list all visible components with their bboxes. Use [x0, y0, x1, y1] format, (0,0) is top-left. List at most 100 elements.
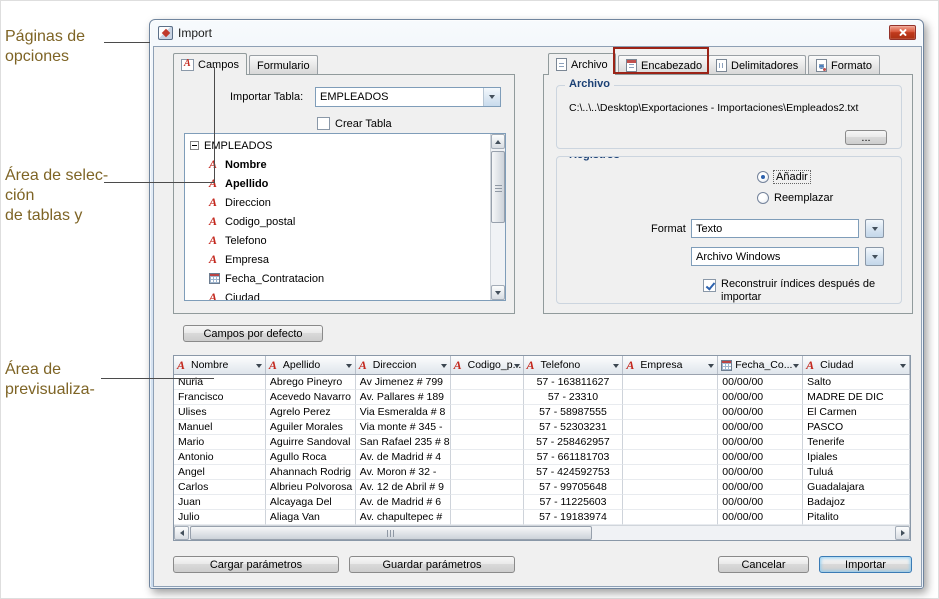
create-table-label[interactable]: Crear Tabla	[335, 118, 392, 130]
replace-radio[interactable]	[757, 192, 769, 204]
table-cell: Agrelo Perez	[266, 405, 356, 420]
table-cell: 57 - 661181703	[524, 450, 624, 465]
scroll-up-button[interactable]	[491, 134, 505, 149]
table-cell	[451, 465, 524, 480]
table-cell: San Rafael 235 # 8	[356, 435, 451, 450]
format-label: Format	[651, 223, 686, 235]
window-title: Import	[178, 26, 212, 40]
table-cell: Abrego Pineyro	[266, 375, 356, 390]
column-header-empresa[interactable]: Empresa	[623, 356, 718, 374]
import-dialog: Import Campos Formulario Importar Tabla:…	[149, 19, 924, 589]
save-params-button[interactable]: Guardar parámetros	[349, 556, 515, 573]
tree-scrollbar[interactable]	[490, 134, 505, 300]
browse-button[interactable]: ...	[845, 130, 887, 145]
encoding-select[interactable]: Archivo Windows	[691, 247, 859, 266]
column-menu-icon[interactable]	[613, 364, 619, 368]
encoding-dropdown-button[interactable]	[865, 247, 884, 266]
column-header-telefono[interactable]: Telefono	[524, 356, 624, 374]
column-menu-icon[interactable]	[708, 364, 714, 368]
column-label: Nombre	[191, 359, 228, 371]
annotation-pages-label: Páginas de opciones	[5, 27, 85, 67]
tree-field-empresa[interactable]: Empresa	[185, 250, 489, 269]
format-select[interactable]: Texto	[691, 219, 859, 238]
column-header-apellido[interactable]: Apellido	[266, 356, 356, 374]
group-title: Registros	[565, 156, 624, 161]
column-menu-icon[interactable]	[441, 364, 447, 368]
tree-field-ciudad[interactable]: Ciudad	[185, 288, 489, 301]
tab-formato[interactable]: Formato	[808, 55, 880, 75]
column-label: Ciudad	[820, 359, 853, 371]
column-header-ciudad[interactable]: Ciudad	[803, 356, 910, 374]
column-header-nombre[interactable]: Nombre	[174, 356, 266, 374]
collapse-icon[interactable]	[190, 141, 199, 150]
tree-field-telefono[interactable]: Telefono	[185, 231, 489, 250]
tree-field-apellido[interactable]: Apellido	[185, 174, 489, 193]
table-cell: Aliaga Van	[266, 510, 356, 525]
fields-tree: EMPLEADOS Nombre Apellido Direccion	[185, 136, 489, 301]
column-header-fecha-contratacion[interactable]: Fecha_Co...	[718, 356, 803, 374]
rebuild-index-label[interactable]: Reconstruir índices después de importar	[721, 278, 875, 304]
column-header-codigo-postal[interactable]: Codigo_p...	[451, 356, 524, 374]
table-cell: Av. Moron # 32 -	[356, 465, 451, 480]
column-menu-icon[interactable]	[793, 364, 799, 368]
import-table-label: Importar Tabla:	[230, 91, 303, 103]
table-row[interactable]: AntonioAgullo RocaAv. de Madrid # 457 - …	[174, 450, 910, 465]
text-field-icon	[359, 359, 370, 372]
table-cell: Ahannach Rodrig	[266, 465, 356, 480]
table-row[interactable]: JulioAliaga VanAv. chapultepec #57 - 191…	[174, 510, 910, 525]
annotation-leader-line	[104, 42, 150, 43]
replace-radio-label[interactable]: Reemplazar	[774, 192, 833, 204]
tab-formulario[interactable]: Formulario	[249, 55, 318, 75]
scroll-down-button[interactable]	[491, 285, 505, 300]
scroll-left-button[interactable]	[174, 526, 189, 540]
field-label: Codigo_postal	[225, 216, 295, 228]
cancel-button[interactable]: Cancelar	[718, 556, 809, 573]
tab-archivo[interactable]: Archivo	[548, 53, 616, 75]
table-row[interactable]: NuriaAbrego PineyroAv Jimenez # 79957 - …	[174, 375, 910, 390]
table-row[interactable]: ManuelAguiler MoralesVia monte # 345 -57…	[174, 420, 910, 435]
tree-field-codigo-postal[interactable]: Codigo_postal	[185, 212, 489, 231]
table-row[interactable]: CarlosAlbrieu PolvorosaAv. 12 de Abril #…	[174, 480, 910, 495]
import-table-select[interactable]: EMPLEADOS	[315, 87, 501, 107]
field-label: Telefono	[225, 235, 267, 247]
table-horizontal-scrollbar[interactable]	[174, 525, 910, 540]
tab-label: Formulario	[257, 60, 310, 72]
append-radio-label[interactable]: Añadir	[774, 171, 810, 183]
close-button[interactable]	[889, 25, 916, 40]
delimiters-icon	[716, 59, 727, 72]
rebuild-index-checkbox[interactable]	[703, 279, 716, 292]
table-cell: 57 - 19183974	[524, 510, 624, 525]
tree-scrollbar-thumb[interactable]	[491, 151, 505, 223]
column-menu-icon[interactable]	[514, 364, 520, 368]
column-menu-icon[interactable]	[256, 364, 262, 368]
table-row[interactable]: FranciscoAcevedo NavarroAv. Pallares # 1…	[174, 390, 910, 405]
tree-field-fecha-contratacion[interactable]: Fecha_Contratacion	[185, 269, 489, 288]
combo-value: Texto	[696, 223, 722, 235]
column-menu-icon[interactable]	[900, 364, 906, 368]
tree-field-direccion[interactable]: Direccion	[185, 193, 489, 212]
tab-campos[interactable]: Campos	[173, 53, 247, 75]
label-line: Reconstruir índices después de	[721, 278, 875, 291]
scroll-right-button[interactable]	[895, 526, 910, 540]
load-params-button[interactable]: Cargar parámetros	[173, 556, 339, 573]
titlebar[interactable]: Import	[150, 20, 923, 46]
table-row[interactable]: AngelAhannach RodrigAv. Moron # 32 -57 -…	[174, 465, 910, 480]
import-button[interactable]: Importar	[819, 556, 912, 573]
table-cell: 00/00/00	[718, 480, 803, 495]
tree-root-item[interactable]: EMPLEADOS	[185, 136, 489, 155]
tab-delimitadores[interactable]: Delimitadores	[708, 55, 806, 75]
table-row[interactable]: MarioAguirre SandovalSan Rafael 235 # 85…	[174, 435, 910, 450]
format-dropdown-button[interactable]	[865, 219, 884, 238]
default-fields-button[interactable]: Campos por defecto	[183, 325, 323, 342]
create-table-checkbox[interactable]	[317, 117, 330, 130]
tree-field-nombre[interactable]: Nombre	[185, 155, 489, 174]
column-header-direccion[interactable]: Direccion	[356, 356, 451, 374]
column-menu-icon[interactable]	[346, 364, 352, 368]
table-row[interactable]: JuanAlcayaga DelAv. de Madrid # 657 - 11…	[174, 495, 910, 510]
table-cell: 57 - 163811627	[524, 375, 624, 390]
table-scrollbar-thumb[interactable]	[190, 526, 592, 540]
append-radio[interactable]	[757, 171, 769, 183]
chevron-down-icon[interactable]	[483, 88, 500, 106]
table-row[interactable]: UlisesAgrelo PerezVia Esmeralda # 857 - …	[174, 405, 910, 420]
table-cell: Ulises	[174, 405, 266, 420]
